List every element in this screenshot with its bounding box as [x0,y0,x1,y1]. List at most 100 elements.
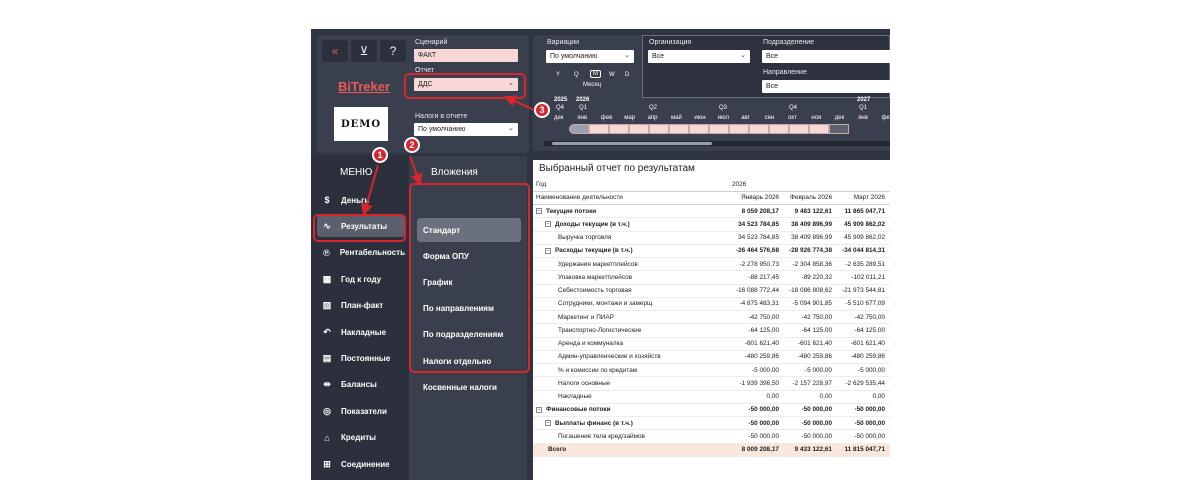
menu-item-11[interactable]: ⊞ Соединение [317,453,405,475]
timeline-month[interactable]: дек [835,115,844,121]
table-row[interactable]: Погашение тела кред/займов -50 000,00 -50 … [533,429,890,444]
timeline-month[interactable]: авг [741,115,750,121]
timeline-month[interactable]: май [671,115,682,121]
variations-select[interactable]: По умолчанию ⌄ [546,50,634,63]
timeline-cell[interactable] [709,124,729,134]
month-header[interactable]: Февраль 2026 [782,191,835,206]
timeline-month[interactable]: сен [765,115,775,121]
table-row[interactable]: Маркетинг и ПИАР -42 750,00 -42 750,00 -42 … [533,310,890,325]
year-value: 2026 [729,178,782,192]
month-header[interactable]: Январь 2026 [729,191,782,206]
timeline-month[interactable]: янв [577,115,587,121]
menu-item-4[interactable]: ▦ Год к году [317,268,405,290]
division-select[interactable]: Все [762,50,890,63]
organization-select[interactable]: Все ⌄ [648,50,750,63]
taxes-select[interactable]: По умолчанию ⌄ [414,123,518,136]
timeline-cell[interactable] [689,124,709,134]
timeline-scrollbar[interactable] [544,141,890,146]
timeline-month[interactable]: дек [554,115,563,121]
collapse-toggle-icon[interactable]: − [536,406,542,413]
period-month[interactable]: M [590,70,601,78]
timeline-cell[interactable] [829,124,849,134]
table-row[interactable]: − Расходы текущие (в т.ч.) -26 464 576,68-… [533,244,890,259]
timeline-cell[interactable] [729,124,749,134]
table-row[interactable]: Админ-управленческие и хозяйств -480 259,… [533,350,890,365]
row-name: Себестоимость торговая [558,287,632,295]
menu-item-3[interactable]: ℗ Рентабельность [317,242,405,264]
row-value: -2 635 289,51 [835,257,888,272]
table-row[interactable]: Упаковка маркетплейсов -88 217,45 -89 220,… [533,270,890,285]
collapse-icon[interactable]: « [322,40,348,62]
table-row[interactable]: Налоги основные -1 939 396,50 -2 157 228,9… [533,376,890,391]
menu-item-8[interactable]: ⇹ Балансы [317,374,405,396]
table-row[interactable]: − Доходы текущие (в т.ч.) 34 523 784,85 38 … [533,217,890,232]
menu-item-10[interactable]: ⌂ Кредиты [317,427,405,449]
timeline-cell[interactable] [809,124,829,134]
menu-item-label: Накладные [341,327,387,337]
menu-item-5[interactable]: ▨ План-факт [317,295,405,317]
direction-select[interactable]: Все [762,80,890,93]
timeline-month[interactable]: ноя [811,115,821,121]
timeline-month[interactable]: фев [882,115,890,121]
help-button[interactable]: ? [380,40,406,62]
timeline-cell[interactable] [589,124,609,134]
table-row[interactable]: Всего 8 009 208,17 9 433 122,61 11 815 047,… [533,443,890,457]
menu-item-9[interactable]: ◎ Показатели [317,400,405,422]
report-title: Выбранный отчет по результатам [539,163,695,174]
menu-item-6[interactable]: ↶ Накладные [317,321,405,343]
timeline-cell[interactable] [669,124,689,134]
table-row[interactable]: Аренда и коммуналка -601 621,40 -601 621,4… [533,337,890,351]
timeline-month[interactable]: янв [858,115,868,121]
table-row[interactable]: Транспортно-Логистические -64 125,00 -64 1… [533,323,890,338]
timeline-month[interactable]: апр [648,115,658,121]
timeline-month[interactable]: мар [624,115,635,121]
filter-clear-icon: ⊻ [359,44,369,58]
scrollbar-thumb[interactable] [552,142,712,145]
submenu-item-7[interactable]: Косвенные налоги [417,375,521,399]
timeline-month[interactable]: фев [601,115,612,121]
menu-item-label: Деньги [341,195,370,205]
timeline-month[interactable]: июл [718,115,729,121]
period-day[interactable]: D [625,72,629,78]
chevron-down-icon: ⌄ [740,52,746,59]
timeline-cell[interactable] [649,124,669,134]
period-week[interactable]: W [609,72,615,78]
period-year[interactable]: Y [556,72,560,78]
row-name: Аренда и коммуналка [558,340,624,348]
collapse-toggle-icon[interactable]: − [545,419,551,426]
scenario-select[interactable]: ФАКТ [414,49,518,62]
table-row[interactable]: − Выплаты финанс (в т.ч.) -50 000,00 -50 00… [533,416,890,431]
timeline-cell[interactable] [629,124,649,134]
table-row[interactable]: Удержания маркетплейсов -2 278 950,73 -2 3… [533,257,890,272]
report-table: Год 2026 Наименование деятельности Январ… [533,178,890,457]
table-row[interactable]: − Финансовые потоки -50 000,00 -50 000,00 -5… [533,403,890,418]
collapse-toggle-icon[interactable]: − [536,207,542,214]
header-row: Наименование деятельности Январь 2026 Фе… [533,191,890,206]
period-quarter[interactable]: Q [574,72,579,78]
timeline-cell[interactable] [749,124,769,134]
table-row[interactable]: − Текущие потоки 8 059 208,17 9 483 122,61 1… [533,204,890,219]
filter-clear-button[interactable]: ⊻ [351,40,377,62]
month-header[interactable]: Март 2026 [835,191,888,206]
table-row[interactable]: Выручка торговля 34 523 784,85 38 409 896,… [533,231,890,245]
table-row[interactable]: Себестоимость торговая -16 088 772,44 -18 … [533,284,890,298]
timeline-month[interactable]: окт [788,115,797,121]
table-row[interactable]: % и комиссии по кредитам -5 000,00 -5 000,… [533,363,890,378]
table-row[interactable]: Сотрудники, монтажи и замерщ -4 875 483,3… [533,297,890,312]
collapse-toggle-icon[interactable]: − [545,221,551,228]
timeline-cell[interactable] [769,124,789,134]
timeline-cell[interactable] [789,124,809,134]
timeline-cell[interactable] [609,124,629,134]
menu-item-1[interactable]: $ Деньги [317,189,405,211]
table-row[interactable]: Накладные 0,00 0,00 0,00 [533,390,890,404]
row-value: -5 510 677,09 [835,297,888,312]
timeline-month[interactable]: июн [694,115,705,121]
menu-item-7[interactable]: ▤ Постоянные [317,347,405,369]
chevron-down-icon: ⌄ [508,125,514,132]
brand-link[interactable]: BiTreker [317,79,411,94]
timeline-cell[interactable] [569,124,589,134]
row-value: 8 009 208,17 [729,443,782,457]
collapse-toggle-icon[interactable]: − [545,247,551,254]
submenu-title: Вложения [431,167,478,178]
name-header: Наименование деятельности [533,191,729,206]
